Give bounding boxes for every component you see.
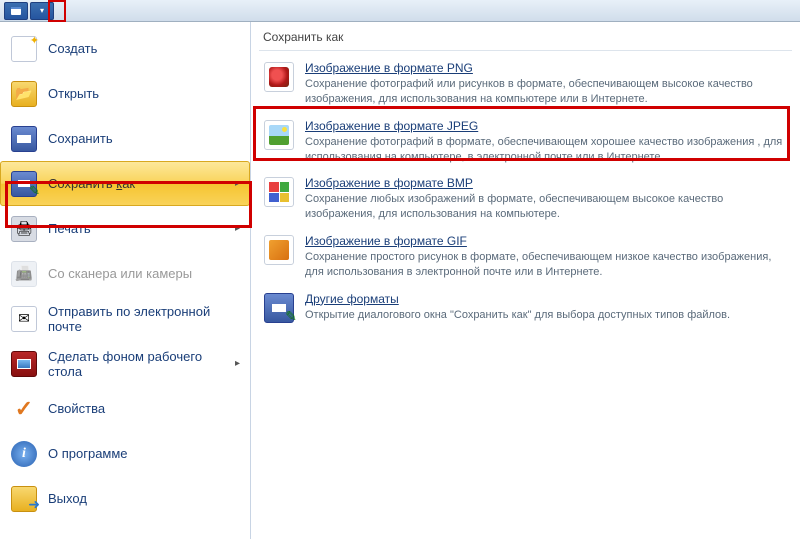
submenu-header: Сохранить как xyxy=(259,28,792,51)
menu-item-scanner: 📠 Со сканера или камеры xyxy=(0,251,250,296)
submenu-arrow-icon: ▸ xyxy=(235,223,240,234)
quick-access-dropdown[interactable]: ▾ xyxy=(30,2,54,20)
menu-item-label: Выход xyxy=(48,491,240,506)
menu-item-label: О программе xyxy=(48,446,240,461)
format-option-bmp[interactable]: Изображение в формате BMP Сохранение люб… xyxy=(259,170,792,228)
menu-item-label: Со сканера или камеры xyxy=(48,266,240,281)
menu-item-label: Открыть xyxy=(48,86,240,101)
menu-item-label: Свойства xyxy=(48,401,240,416)
printer-icon: 🖨 xyxy=(10,215,38,243)
format-option-other[interactable]: ✎ Другие форматы Открытие диалогового ок… xyxy=(259,286,792,330)
save-as-icon: ✎ xyxy=(10,170,38,198)
menu-item-save[interactable]: Сохранить xyxy=(0,116,250,161)
menu-item-label: Печать xyxy=(48,221,231,236)
menu-item-wallpaper[interactable]: Сделать фоном рабочего стола ▸ xyxy=(0,341,250,386)
format-title: Изображение в формате GIF xyxy=(305,234,788,248)
scanner-icon: 📠 xyxy=(10,260,38,288)
wallpaper-icon xyxy=(10,350,38,378)
new-file-icon: ✦ xyxy=(10,35,38,63)
format-option-png[interactable]: Изображение в формате PNG Сохранение фот… xyxy=(259,55,792,113)
format-description: Сохранение фотографий или рисунков в фор… xyxy=(305,77,788,107)
open-folder-icon: 📂 xyxy=(10,80,38,108)
menu-item-label: Сохранить как xyxy=(48,176,231,191)
format-description: Сохранение фотографий в формате, обеспеч… xyxy=(305,135,788,165)
menu-item-label: Сделать фоном рабочего стола xyxy=(48,349,231,379)
format-option-jpeg[interactable]: Изображение в формате JPEG Сохранение фо… xyxy=(259,113,792,171)
format-title: Изображение в формате JPEG xyxy=(305,119,788,133)
png-icon xyxy=(263,61,295,93)
menu-item-email[interactable]: ✉ Отправить по электронной почте xyxy=(0,296,250,341)
save-disk-icon xyxy=(10,125,38,153)
menu-item-open[interactable]: 📂 Открыть xyxy=(0,71,250,116)
menu-item-new[interactable]: ✦ Создать xyxy=(0,26,250,71)
bmp-icon xyxy=(263,176,295,208)
menu-item-properties[interactable]: ✓ Свойства xyxy=(0,386,250,431)
format-title: Другие форматы xyxy=(305,292,788,306)
email-icon: ✉ xyxy=(10,305,38,333)
submenu-arrow-icon: ▸ xyxy=(235,178,240,189)
main-panel: ✦ Создать 📂 Открыть Сохранить xyxy=(0,22,800,539)
submenu-arrow-icon: ▸ xyxy=(235,358,240,369)
menu-item-label: Отправить по электронной почте xyxy=(48,304,240,334)
info-icon: i xyxy=(10,440,38,468)
menu-item-about[interactable]: i О программе xyxy=(0,431,250,476)
jpeg-icon xyxy=(263,119,295,151)
menu-item-print[interactable]: 🖨 Печать ▸ xyxy=(0,206,250,251)
format-description: Сохранение простого рисунок в формате, о… xyxy=(305,250,788,280)
gif-icon xyxy=(263,234,295,266)
menu-item-label: Создать xyxy=(48,41,240,56)
file-menu-sidebar: ✦ Создать 📂 Открыть Сохранить xyxy=(0,22,251,539)
format-description: Открытие диалогового окна "Сохранить как… xyxy=(305,308,788,323)
format-option-gif[interactable]: Изображение в формате GIF Сохранение про… xyxy=(259,228,792,286)
menu-item-exit[interactable]: ➜ Выход xyxy=(0,476,250,521)
menu-item-label: Сохранить xyxy=(48,131,240,146)
menu-item-save-as[interactable]: ✎ Сохранить как ▸ xyxy=(0,161,250,206)
format-title: Изображение в формате PNG xyxy=(305,61,788,75)
titlebar: ▾ xyxy=(0,0,800,22)
app-menu-button[interactable] xyxy=(4,2,28,20)
exit-icon: ➜ xyxy=(10,485,38,513)
save-as-dialog-icon: ✎ xyxy=(263,292,295,324)
save-as-submenu: Сохранить как Изображение в формате PNG … xyxy=(251,22,800,539)
format-title: Изображение в формате BMP xyxy=(305,176,788,190)
checkmark-icon: ✓ xyxy=(10,395,38,423)
format-description: Сохранение любых изображений в формате, … xyxy=(305,192,788,222)
